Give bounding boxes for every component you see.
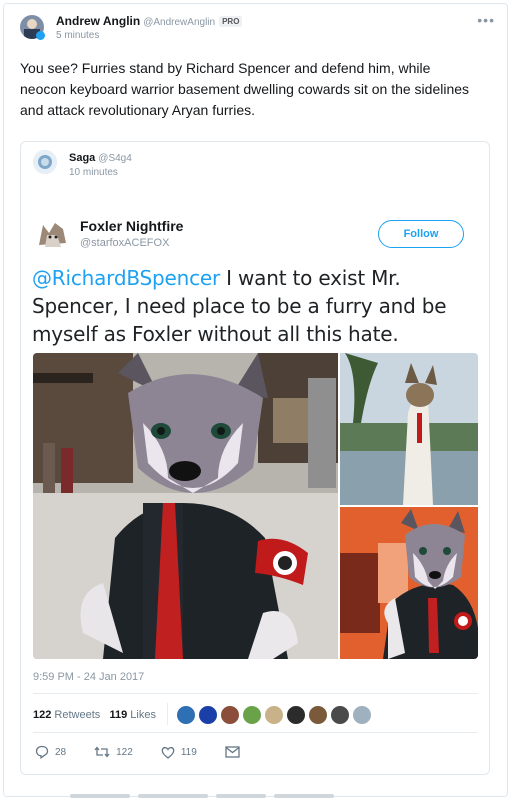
embedded-tweet-text: @RichardBSpencer I want to exist Mr. Spe… [32,264,477,348]
embedded-author-handle[interactable]: @starfoxACEFOX [80,237,169,249]
cropped-footer [70,794,350,800]
liker-avatar[interactable] [286,705,306,725]
tweet-time[interactable]: 5 minutes [56,30,99,41]
reply-icon [35,745,49,759]
liker-avatars[interactable] [176,705,372,725]
tweet-actions: 28 122 119 [35,745,268,759]
photo-main[interactable] [33,353,338,659]
pro-badge: PRO [219,16,243,27]
quote-time[interactable]: 10 minutes [69,167,118,178]
liker-avatar[interactable] [176,705,196,725]
envelope-icon [225,746,240,758]
quote-author-avatar[interactable] [33,150,57,174]
photo-bottom-right[interactable] [340,507,478,659]
liker-avatar[interactable] [242,705,262,725]
direct-message-button[interactable] [225,746,240,758]
divider [33,693,478,694]
like-count: 119 [180,746,197,758]
follow-button[interactable]: Follow [378,220,464,248]
quote-author-line[interactable]: Saga @S4g4 [69,152,132,164]
more-options-icon[interactable]: ••• [477,12,495,28]
retweets-count[interactable]: 122 [33,709,51,721]
likes-count[interactable]: 119 [109,709,127,721]
quote-author-handle[interactable]: @S4g4 [98,153,132,164]
liker-avatar[interactable] [352,705,372,725]
reply-button[interactable]: 28 [35,745,66,759]
retweets-label[interactable]: Retweets [54,709,100,721]
engagement-stats[interactable]: 122 Retweets 119 Likes [33,709,156,721]
embedded-timestamp[interactable]: 9:59 PM - 24 Jan 2017 [33,671,144,683]
stats-divider [167,703,168,725]
tweet-text: You see? Furries stand by Richard Spence… [20,60,470,118]
liker-avatar[interactable] [308,705,328,725]
liker-avatar[interactable] [198,705,218,725]
embedded-author-avatar[interactable] [33,215,71,253]
verified-badge-icon [36,31,45,40]
retweet-count: 122 [116,746,133,758]
quote-author-name[interactable]: Saga [69,152,95,164]
retweet-icon [94,746,110,758]
like-button[interactable]: 119 [161,746,197,759]
heart-icon [161,746,175,759]
liker-avatar[interactable] [264,705,284,725]
mention-link[interactable]: @RichardBSpencer [32,266,220,290]
author-name[interactable]: Andrew Anglin [56,14,140,28]
retweet-button[interactable]: 122 [94,745,133,759]
author-name-line[interactable]: Andrew Anglin @AndrewAnglin PRO [56,14,243,28]
likes-label[interactable]: Likes [130,709,156,721]
author-handle[interactable]: @AndrewAnglin [143,17,215,28]
liker-avatar[interactable] [220,705,240,725]
media-grid[interactable] [33,353,478,659]
liker-avatar[interactable] [330,705,350,725]
photo-top-right[interactable] [340,353,478,505]
media-photos[interactable] [33,353,478,659]
reply-count: 28 [55,746,67,758]
divider [33,732,478,733]
embedded-author-name[interactable]: Foxler Nightfire [80,218,183,234]
